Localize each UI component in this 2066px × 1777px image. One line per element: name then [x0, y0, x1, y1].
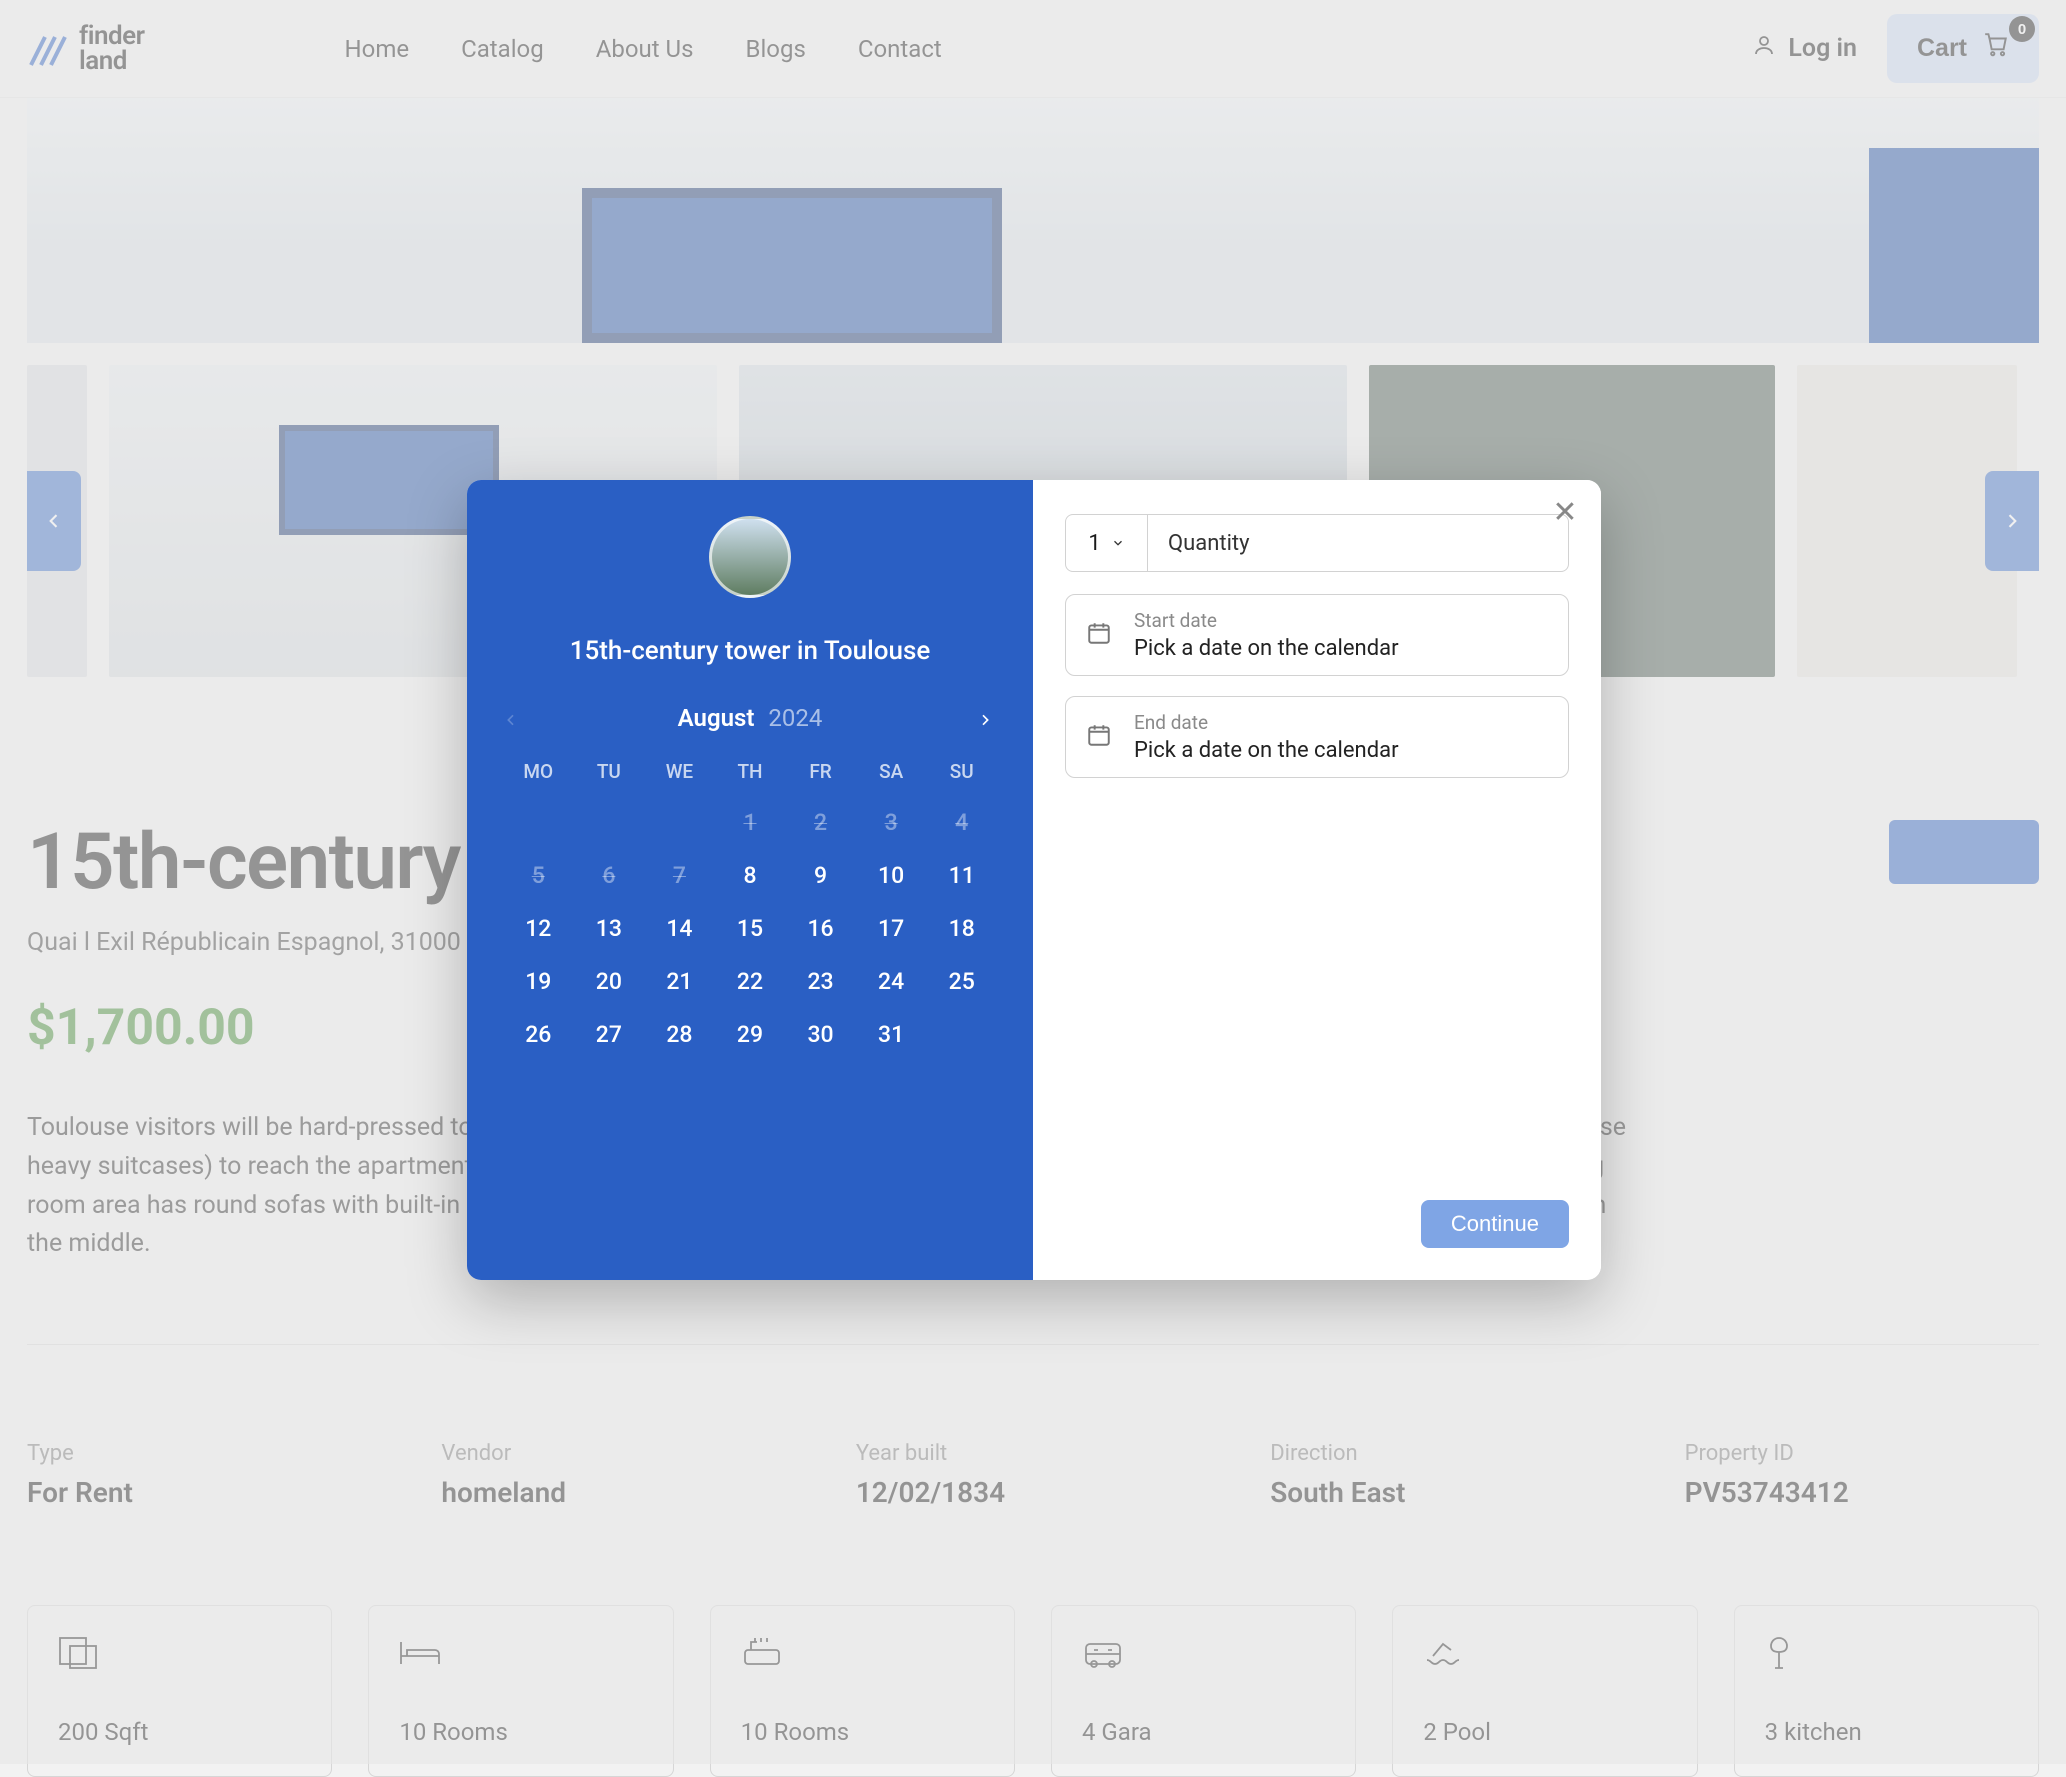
- calendar-weekday: SU: [926, 760, 997, 783]
- calendar-day[interactable]: 17: [856, 915, 927, 942]
- calendar-day[interactable]: 27: [574, 1021, 645, 1048]
- calendar-day[interactable]: 23: [785, 968, 856, 995]
- month-selector: August 2024: [503, 704, 997, 732]
- calendar-day[interactable]: 28: [644, 1021, 715, 1048]
- calendar-day[interactable]: 16: [785, 915, 856, 942]
- property-avatar: [709, 516, 791, 598]
- calendar-icon: [1086, 620, 1114, 650]
- start-date-value: Pick a date on the calendar: [1134, 636, 1399, 661]
- calendar-weekday: TH: [715, 760, 786, 783]
- continue-button[interactable]: Continue: [1421, 1200, 1569, 1248]
- end-date-value: Pick a date on the calendar: [1134, 738, 1399, 763]
- quantity-label: Quantity: [1148, 515, 1568, 571]
- calendar-day[interactable]: 29: [715, 1021, 786, 1048]
- calendar-day[interactable]: 12: [503, 915, 574, 942]
- calendar-day: 4: [926, 809, 997, 836]
- calendar-weekday: TU: [574, 760, 645, 783]
- quantity-select[interactable]: 1: [1066, 515, 1148, 571]
- calendar-grid: MOTUWETHFRSASU12345678910111213141516171…: [503, 760, 997, 1048]
- calendar-day[interactable]: 30: [785, 1021, 856, 1048]
- calendar-day: 3: [856, 809, 927, 836]
- calendar-day[interactable]: 26: [503, 1021, 574, 1048]
- calendar-day[interactable]: 21: [644, 968, 715, 995]
- calendar-day[interactable]: 15: [715, 915, 786, 942]
- calendar-day[interactable]: 13: [574, 915, 645, 942]
- quantity-row: 1 Quantity: [1065, 514, 1569, 572]
- booking-modal: 15th-century tower in Toulouse August 20…: [467, 480, 1601, 1280]
- month-next-button[interactable]: [977, 706, 997, 734]
- calendar-day[interactable]: 14: [644, 915, 715, 942]
- chevron-down-icon: [1111, 531, 1125, 556]
- calendar-day: 5: [503, 862, 574, 889]
- end-date-field[interactable]: End date Pick a date on the calendar: [1065, 696, 1569, 778]
- month-year: 2024: [768, 704, 822, 732]
- calendar-weekday: WE: [644, 760, 715, 783]
- calendar-day[interactable]: 25: [926, 968, 997, 995]
- month-prev-button[interactable]: [503, 706, 523, 734]
- month-name: August: [678, 704, 755, 732]
- calendar-day[interactable]: 10: [856, 862, 927, 889]
- calendar-day[interactable]: 18: [926, 915, 997, 942]
- calendar-day: 2: [785, 809, 856, 836]
- calendar-weekday: SA: [856, 760, 927, 783]
- start-date-label: Start date: [1134, 609, 1399, 632]
- calendar-day[interactable]: 11: [926, 862, 997, 889]
- modal-form-panel: ✕ 1 Quantity Start date Pick a date on t…: [1033, 480, 1601, 1280]
- calendar-day[interactable]: 31: [856, 1021, 927, 1048]
- calendar-day[interactable]: 22: [715, 968, 786, 995]
- quantity-value: 1: [1088, 531, 1100, 556]
- calendar-day[interactable]: 24: [856, 968, 927, 995]
- modal-calendar-panel: 15th-century tower in Toulouse August 20…: [467, 480, 1033, 1280]
- calendar-day[interactable]: 20: [574, 968, 645, 995]
- calendar-weekday: FR: [785, 760, 856, 783]
- calendar-day[interactable]: 19: [503, 968, 574, 995]
- calendar-day: 7: [644, 862, 715, 889]
- calendar-day[interactable]: 9: [785, 862, 856, 889]
- start-date-field[interactable]: Start date Pick a date on the calendar: [1065, 594, 1569, 676]
- calendar-day: 6: [574, 862, 645, 889]
- calendar-weekday: MO: [503, 760, 574, 783]
- calendar-day[interactable]: 8: [715, 862, 786, 889]
- close-button[interactable]: ✕: [1551, 498, 1579, 526]
- close-icon: ✕: [1552, 495, 1577, 530]
- calendar-icon: [1086, 722, 1114, 752]
- end-date-label: End date: [1134, 711, 1399, 734]
- calendar-day: 1: [715, 809, 786, 836]
- modal-title: 15th-century tower in Toulouse: [570, 636, 931, 666]
